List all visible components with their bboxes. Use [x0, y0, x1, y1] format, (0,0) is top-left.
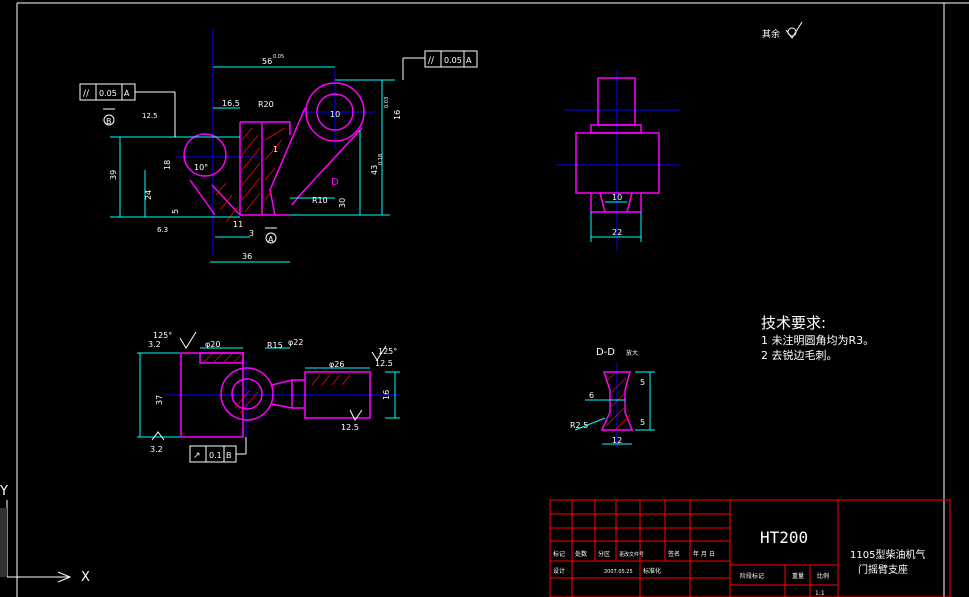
tolerance-frame-bottom: ↗ 0.1 B: [189, 437, 247, 463]
svg-text:1:1: 1:1: [815, 590, 825, 597]
material-label: HT200: [760, 528, 808, 547]
front-view: // 0.05 A // 0.05 A B A 56 0.05 16.5 R20…: [79, 28, 478, 263]
svg-text:0.05: 0.05: [444, 56, 462, 65]
ucs-x-label: X: [81, 570, 90, 585]
roughness-note: 其余: [762, 21, 803, 40]
svg-text:5: 5: [640, 418, 645, 427]
svg-text:R10: R10: [312, 196, 328, 205]
svg-text:6: 6: [589, 391, 594, 400]
svg-text:D: D: [331, 177, 339, 188]
tech-requirements-title: 技术要求:: [761, 314, 826, 332]
svg-text:3.2: 3.2: [150, 445, 163, 454]
svg-text:0.03: 0.03: [384, 97, 390, 108]
svg-text:分区: 分区: [598, 550, 610, 558]
top-dimension-lines: [137, 347, 400, 438]
svg-text:D-D: D-D: [596, 347, 615, 358]
svg-text:更改文件号: 更改文件号: [619, 551, 644, 558]
svg-text:16: 16: [393, 110, 402, 120]
ucs-icon: X Y: [0, 484, 90, 585]
svg-text:12.5: 12.5: [142, 112, 158, 120]
svg-text:3: 3: [249, 229, 254, 238]
svg-text:标记: 标记: [553, 550, 565, 558]
svg-text:处数: 处数: [575, 550, 587, 558]
svg-text:2007.05.25: 2007.05.25: [604, 569, 633, 575]
svg-text:φ22: φ22: [288, 338, 303, 347]
tech-requirement-item: 2 去锐边毛刺。: [761, 348, 838, 362]
svg-text:11: 11: [233, 220, 243, 229]
svg-text:12.5: 12.5: [375, 359, 393, 368]
svg-text:12.5: 12.5: [341, 423, 359, 432]
svg-text:18: 18: [163, 160, 172, 170]
svg-text:φ20: φ20: [205, 340, 220, 349]
svg-text:36: 36: [242, 252, 252, 261]
front-hatch: [215, 127, 286, 223]
svg-text:39: 39: [109, 170, 118, 180]
svg-text:24: 24: [144, 190, 153, 200]
svg-text:比例: 比例: [817, 572, 829, 580]
svg-text:30: 30: [338, 198, 347, 208]
svg-text://: //: [428, 56, 435, 66]
title-block: HT200 1105型柴油机气 门摇臂支座 标记 处数 分区 更改文件号 签名 …: [549, 499, 951, 597]
svg-text:43: 43: [370, 165, 379, 175]
svg-text:A: A: [466, 56, 472, 65]
svg-text:B: B: [106, 117, 112, 126]
tech-requirement-item: 1 未注明圆角均为R3。: [761, 333, 874, 347]
top-view: ↗ 0.1 B R15 φ22 φ26 φ20 37 16 3.2 3.2 12…: [137, 331, 400, 463]
svg-text:0.05: 0.05: [99, 89, 117, 98]
svg-text:A: A: [268, 235, 274, 244]
svg-text:10°: 10°: [194, 163, 208, 172]
svg-text:16: 16: [382, 390, 391, 400]
drawing-canvas[interactable]: 其余 // 0.05 A // 0.05 A B A 56 0.05 16.5 …: [0, 0, 969, 597]
svg-text:5: 5: [640, 378, 645, 387]
svg-text:3.2: 3.2: [148, 340, 161, 349]
section-dd: D-D 放大 6 5 5 12 R2.5: [570, 347, 655, 448]
svg-text:37: 37: [155, 395, 164, 405]
svg-text://: //: [83, 89, 90, 99]
ucs-y-label: Y: [0, 484, 8, 499]
svg-text:125°: 125°: [153, 331, 172, 340]
svg-text:其余: 其余: [762, 28, 780, 40]
svg-text:10: 10: [612, 193, 622, 202]
svg-text:16.5: 16.5: [222, 99, 240, 108]
svg-text:R20: R20: [258, 100, 274, 109]
svg-text:1: 1: [273, 145, 278, 154]
svg-text:22: 22: [612, 228, 622, 237]
svg-text:0.18: 0.18: [378, 154, 384, 165]
svg-text:φ26: φ26: [329, 360, 344, 369]
svg-text:设计: 设计: [553, 567, 565, 575]
svg-text:R2.5: R2.5: [570, 421, 588, 430]
svg-text:标准化: 标准化: [643, 567, 661, 575]
svg-text:放大: 放大: [626, 349, 638, 357]
svg-text:B: B: [226, 451, 232, 460]
svg-text:重量: 重量: [792, 572, 804, 580]
part-name-line2: 门摇臂支座: [858, 563, 908, 576]
svg-text:0.05: 0.05: [273, 54, 284, 60]
tolerance-frame-top-left: // 0.05 A: [79, 83, 176, 137]
tolerance-frame-top-right: // 0.05 A: [402, 50, 478, 80]
svg-text:6.3: 6.3: [157, 226, 168, 234]
svg-text:A: A: [124, 89, 130, 98]
svg-text:5: 5: [171, 209, 180, 214]
svg-text:0.1: 0.1: [209, 451, 222, 460]
side-view: 10 22: [555, 70, 680, 250]
svg-text:↗: ↗: [193, 451, 201, 461]
svg-text:10: 10: [330, 110, 340, 119]
svg-text:阶段标记: 阶段标记: [740, 572, 764, 580]
svg-text:年 月 日: 年 月 日: [693, 550, 715, 558]
svg-text:签名: 签名: [668, 550, 680, 558]
svg-text:R15: R15: [267, 341, 283, 350]
part-name-line1: 1105型柴油机气: [850, 548, 925, 561]
svg-text:56: 56: [262, 57, 272, 66]
svg-text:12: 12: [612, 436, 622, 445]
tech-requirements: 技术要求: 1 未注明圆角均为R3。 2 去锐边毛刺。: [761, 314, 874, 362]
